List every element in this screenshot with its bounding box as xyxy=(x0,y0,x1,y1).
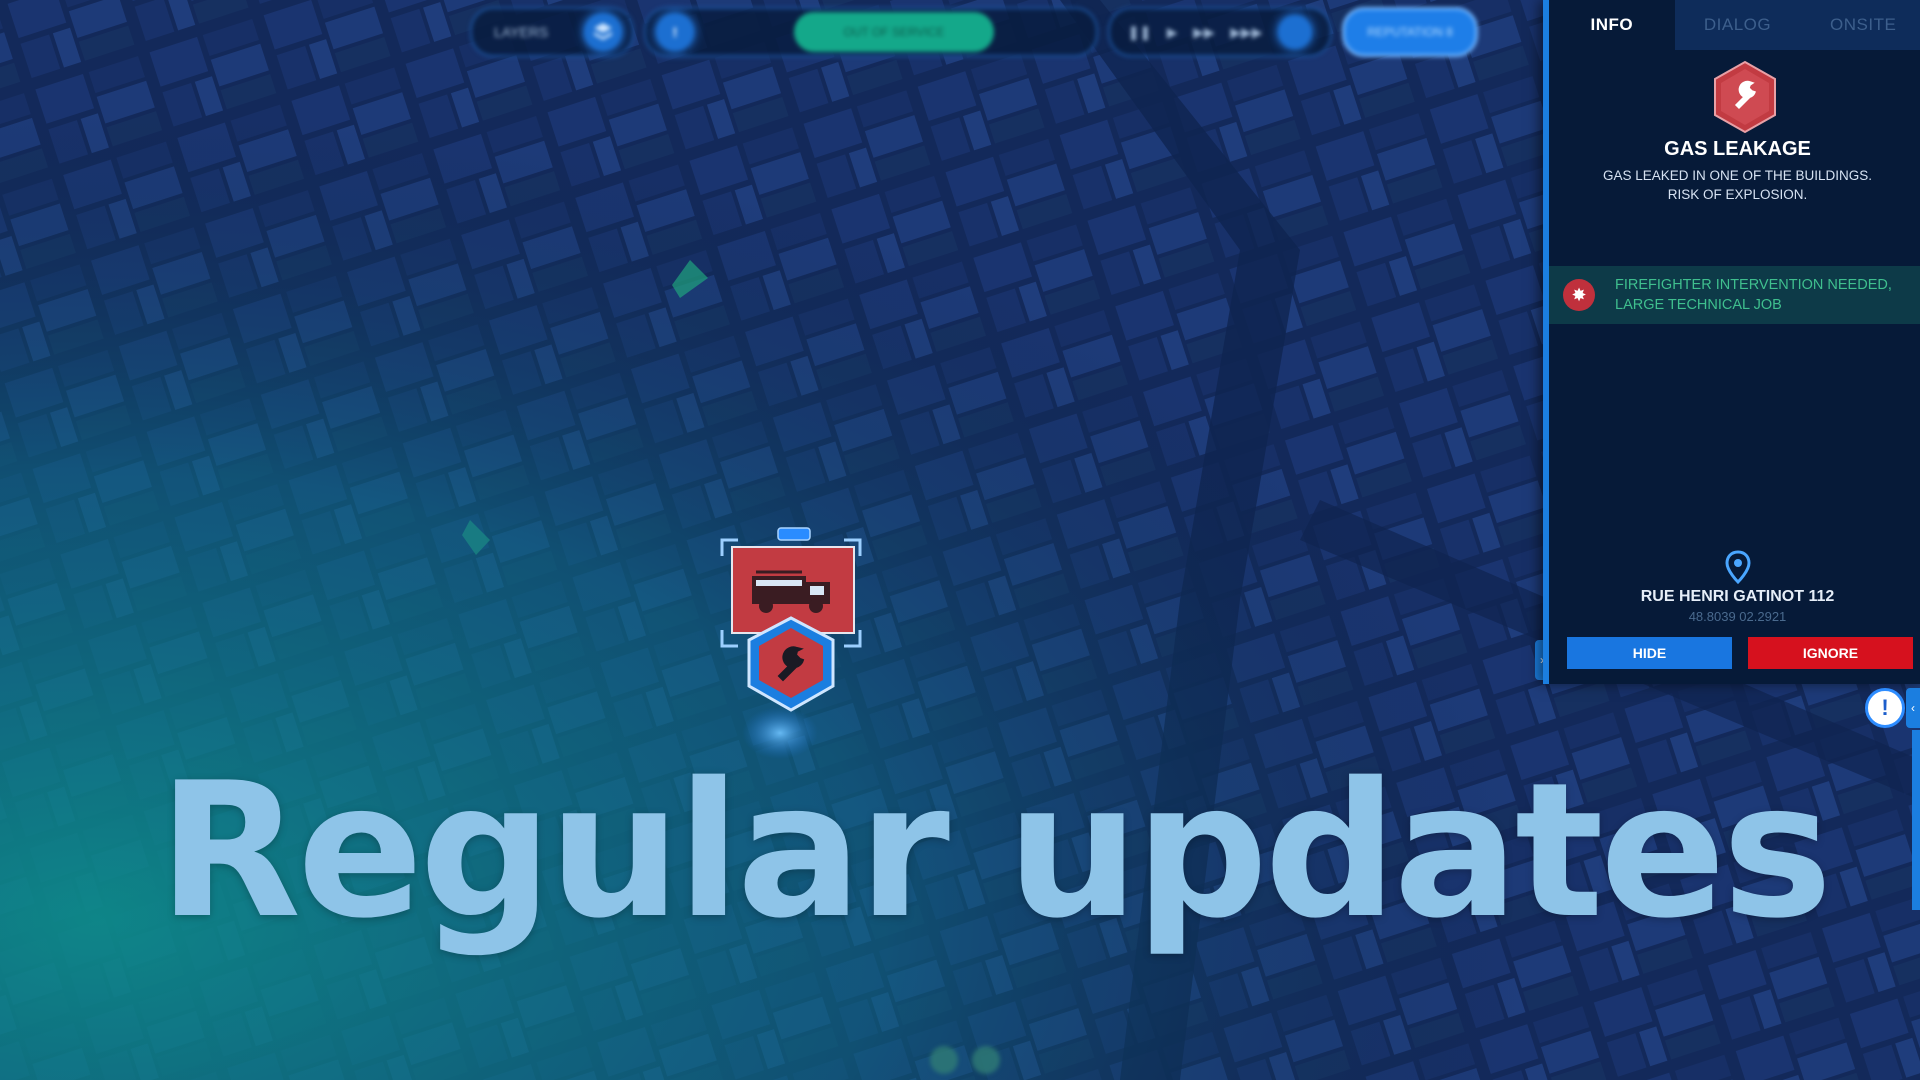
bottom-button-left[interactable] xyxy=(930,1046,958,1074)
incident-description: GAS LEAKED IN ONE OF THE BUILDINGS. RISK… xyxy=(1602,168,1873,202)
incident-panel: INFO DIALOG ONSITE GAS LEAKAGE GAS LEAKE… xyxy=(1543,0,1920,684)
requirement-bar: ✸ FIREFIGHTER INTERVENTION NEEDED, LARGE… xyxy=(1549,266,1920,324)
layers-icon[interactable] xyxy=(584,13,622,51)
play-icon[interactable]: ▶ xyxy=(1167,24,1178,41)
tab-dialog[interactable]: DIALOG xyxy=(1675,0,1801,50)
unit-icon[interactable]: ! xyxy=(656,13,694,51)
panel-tabs: INFO DIALOG ONSITE xyxy=(1549,0,1920,50)
status-indicator: OUT OF SERVICE xyxy=(794,12,994,52)
requirement-text: FIREFIGHTER INTERVENTION NEEDED, LARGE T… xyxy=(1615,277,1892,313)
bottom-controls xyxy=(915,1040,1015,1080)
pause-icon[interactable]: ❚❚ xyxy=(1128,24,1151,41)
clock-icon xyxy=(1278,15,1313,49)
incident-title: GAS LEAKAGE xyxy=(1664,138,1811,160)
alerts-expand-button[interactable]: ‹ xyxy=(1906,688,1920,728)
speed-controls: ❚❚ ▶ ▶▶ ▶▶▶ xyxy=(1108,7,1332,57)
fast-forward-icon[interactable]: ▶▶ xyxy=(1193,24,1215,41)
faster-icon[interactable]: ▶▶▶ xyxy=(1230,24,1262,41)
bottom-button-right[interactable] xyxy=(972,1046,1000,1074)
exclamation-icon[interactable]: ! xyxy=(1865,688,1905,728)
ignore-button[interactable]: IGNORE xyxy=(1748,637,1913,669)
tab-onsite[interactable]: ONSITE xyxy=(1800,0,1920,50)
wrench-icon xyxy=(1712,60,1778,134)
top-hud-bar: LAYERS ! OUT OF SERVICE ❚❚ ▶ ▶▶ ▶▶▶ REPU… xyxy=(470,7,1478,57)
layers-label: LAYERS xyxy=(494,24,549,40)
incident-wrench-icon[interactable] xyxy=(743,614,839,714)
hide-button[interactable]: HIDE xyxy=(1567,637,1732,669)
layers-control[interactable]: LAYERS xyxy=(470,7,634,57)
reputation-badge[interactable]: REPUTATION 8 xyxy=(1342,7,1478,57)
incident-address: RUE HENRI GATINOT 112 xyxy=(1640,588,1835,605)
incident-marker[interactable] xyxy=(718,526,864,716)
incident-coordinates: 48.8039 02.2921 xyxy=(1688,609,1787,624)
tab-info[interactable]: INFO xyxy=(1549,0,1675,50)
status-bar: ! OUT OF SERVICE xyxy=(644,7,1098,57)
alerts-edge xyxy=(1912,730,1920,910)
promo-headline: Regular updates xyxy=(158,742,1833,959)
firefighter-icon: ✸ xyxy=(1563,279,1595,311)
map-pin-icon xyxy=(1725,550,1751,585)
